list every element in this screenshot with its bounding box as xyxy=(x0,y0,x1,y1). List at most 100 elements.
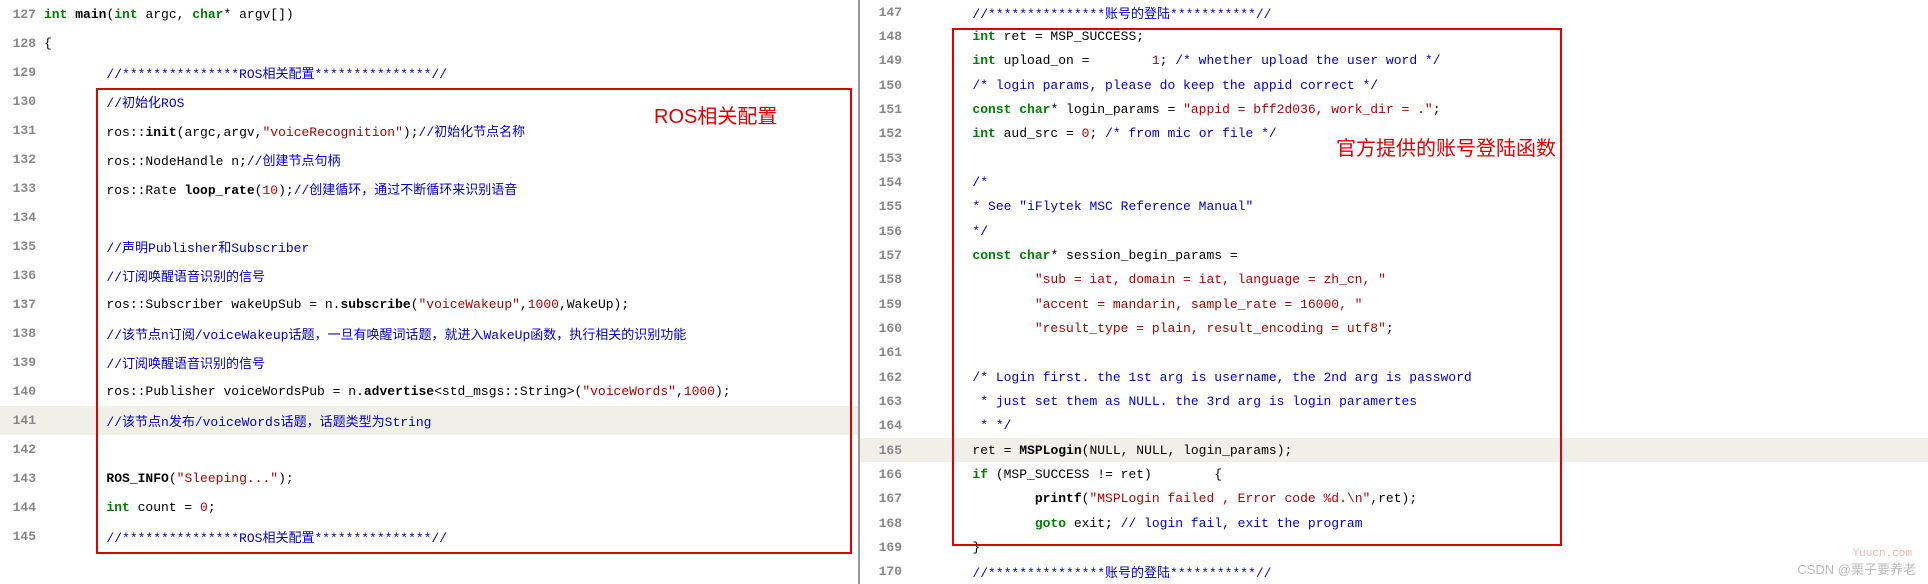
code-content[interactable] xyxy=(44,442,858,457)
code-line[interactable]: 137 ros::Subscriber wakeUpSub = n.subscr… xyxy=(0,290,858,319)
code-content[interactable]: int aud_src = 0; /* from mic or file */ xyxy=(910,126,1928,141)
code-content[interactable]: ros::init(argc,argv,"voiceRecognition");… xyxy=(44,121,858,140)
code-line[interactable]: 158 "sub = iat, domain = iat, language =… xyxy=(860,268,1928,292)
code-content[interactable]: ros::NodeHandle n;//创建节点句柄 xyxy=(44,150,858,169)
code-content[interactable]: /* xyxy=(910,175,1928,190)
code-content[interactable]: * just set them as NULL. the 3rd arg is … xyxy=(910,394,1928,409)
code-line[interactable]: 153 xyxy=(860,146,1928,170)
code-content[interactable]: const char* session_begin_params = xyxy=(910,248,1928,263)
code-content[interactable]: //订阅唤醒语音识别的信号 xyxy=(44,266,858,285)
line-number: 135 xyxy=(0,239,44,254)
code-content[interactable]: ros::Publisher voiceWordsPub = n.adverti… xyxy=(44,384,858,399)
code-line[interactable]: 135 //声明Publisher和Subscriber xyxy=(0,232,858,261)
line-number: 164 xyxy=(860,418,910,433)
line-number: 156 xyxy=(860,224,910,239)
code-line[interactable]: 168 goto exit; // login fail, exit the p… xyxy=(860,511,1928,535)
code-line[interactable]: 136 //订阅唤醒语音识别的信号 xyxy=(0,261,858,290)
code-line[interactable]: 167 printf("MSPLogin failed , Error code… xyxy=(860,487,1928,511)
code-line[interactable]: 163 * just set them as NULL. the 3rd arg… xyxy=(860,389,1928,413)
code-content[interactable]: "accent = mandarin, sample_rate = 16000,… xyxy=(910,297,1928,312)
code-content[interactable] xyxy=(44,210,858,225)
code-line[interactable]: 147 //***************账号的登陆***********// xyxy=(860,0,1928,24)
line-number: 131 xyxy=(0,123,44,138)
code-line[interactable]: 138 //该节点n订阅/voiceWakeup话题，一旦有唤醒词话题，就进入W… xyxy=(0,319,858,348)
code-line[interactable]: 159 "accent = mandarin, sample_rate = 16… xyxy=(860,292,1928,316)
code-line[interactable]: 144 int count = 0; xyxy=(0,493,858,522)
code-line[interactable]: 162 /* Login first. the 1st arg is usern… xyxy=(860,365,1928,389)
editor-right-pane[interactable]: 147 //***************账号的登陆***********//1… xyxy=(860,0,1928,584)
line-number: 167 xyxy=(860,491,910,506)
code-line[interactable]: 151 const char* login_params = "appid = … xyxy=(860,97,1928,121)
line-number: 130 xyxy=(0,94,44,109)
code-content[interactable]: //该节点n发布/voiceWords话题，话题类型为String xyxy=(44,411,858,430)
code-line[interactable]: 160 "result_type = plain, result_encodin… xyxy=(860,316,1928,340)
code-content[interactable]: ret = MSPLogin(NULL, NULL, login_params)… xyxy=(910,443,1928,458)
code-line[interactable]: 166 if (MSP_SUCCESS != ret) { xyxy=(860,462,1928,486)
code-content[interactable]: //***************ROS相关配置***************/… xyxy=(44,527,858,546)
line-number: 159 xyxy=(860,297,910,312)
code-content[interactable]: //初始化ROS xyxy=(44,92,858,111)
code-content[interactable]: * See "iFlytek MSC Reference Manual" xyxy=(910,199,1928,214)
line-number: 151 xyxy=(860,102,910,117)
code-line[interactable]: 142 xyxy=(0,435,858,464)
code-line[interactable]: 155 * See "iFlytek MSC Reference Manual" xyxy=(860,195,1928,219)
code-line[interactable]: 129 //***************ROS相关配置************… xyxy=(0,58,858,87)
code-line[interactable]: 165 ret = MSPLogin(NULL, NULL, login_par… xyxy=(860,438,1928,462)
code-content[interactable]: //***************ROS相关配置***************/… xyxy=(44,63,858,82)
code-content[interactable]: */ xyxy=(910,224,1928,239)
code-content[interactable]: } xyxy=(910,540,1928,555)
code-content[interactable]: //订阅唤醒语音识别的信号 xyxy=(44,353,858,372)
code-content[interactable]: int main(int argc, char* argv[]) xyxy=(44,7,858,22)
code-line[interactable]: 134 xyxy=(0,203,858,232)
code-line[interactable]: 133 ros::Rate loop_rate(10);//创建循环，通过不断循… xyxy=(0,174,858,203)
code-content[interactable]: "sub = iat, domain = iat, language = zh_… xyxy=(910,272,1928,287)
code-line[interactable]: 154 /* xyxy=(860,170,1928,194)
code-line[interactable]: 128{ xyxy=(0,29,858,58)
code-content[interactable]: * */ xyxy=(910,418,1928,433)
code-content[interactable] xyxy=(910,345,1928,360)
code-line[interactable]: 164 * */ xyxy=(860,414,1928,438)
code-line[interactable]: 170 //***************账号的登陆***********// xyxy=(860,560,1928,584)
editor-left-pane[interactable]: 127int main(int argc, char* argv[])128{1… xyxy=(0,0,860,584)
code-content[interactable]: ros::Subscriber wakeUpSub = n.subscribe(… xyxy=(44,297,858,312)
code-content[interactable]: int upload_on = 1; /* whether upload the… xyxy=(910,53,1928,68)
code-line[interactable]: 148 int ret = MSP_SUCCESS; xyxy=(860,24,1928,48)
code-line[interactable]: 140 ros::Publisher voiceWordsPub = n.adv… xyxy=(0,377,858,406)
code-content[interactable]: ROS_INFO("Sleeping..."); xyxy=(44,471,858,486)
code-line[interactable]: 131 ros::init(argc,argv,"voiceRecognitio… xyxy=(0,116,858,145)
code-content[interactable]: { xyxy=(44,36,858,51)
code-content[interactable]: //声明Publisher和Subscriber xyxy=(44,237,858,256)
code-line[interactable]: 156 */ xyxy=(860,219,1928,243)
code-line[interactable]: 157 const char* session_begin_params = xyxy=(860,243,1928,267)
line-number: 133 xyxy=(0,181,44,196)
code-line[interactable]: 149 int upload_on = 1; /* whether upload… xyxy=(860,49,1928,73)
code-line[interactable]: 127int main(int argc, char* argv[]) xyxy=(0,0,858,29)
code-content[interactable]: if (MSP_SUCCESS != ret) { xyxy=(910,467,1928,482)
code-line[interactable]: 161 xyxy=(860,341,1928,365)
code-line[interactable]: 143 ROS_INFO("Sleeping..."); xyxy=(0,464,858,493)
code-line[interactable]: 169 } xyxy=(860,535,1928,559)
code-content[interactable]: /* Login first. the 1st arg is username,… xyxy=(910,370,1928,385)
code-content[interactable]: "result_type = plain, result_encoding = … xyxy=(910,321,1928,336)
code-content[interactable]: goto exit; // login fail, exit the progr… xyxy=(910,516,1928,531)
code-line[interactable]: 130 //初始化ROS xyxy=(0,87,858,116)
code-content[interactable]: /* login params, please do keep the appi… xyxy=(910,78,1928,93)
line-number: 128 xyxy=(0,36,44,51)
code-line[interactable]: 150 /* login params, please do keep the … xyxy=(860,73,1928,97)
code-content[interactable]: printf("MSPLogin failed , Error code %d.… xyxy=(910,491,1928,506)
line-number: 149 xyxy=(860,53,910,68)
code-line[interactable]: 139 //订阅唤醒语音识别的信号 xyxy=(0,348,858,377)
code-line[interactable]: 141 //该节点n发布/voiceWords话题，话题类型为String xyxy=(0,406,858,435)
code-content[interactable]: ros::Rate loop_rate(10);//创建循环，通过不断循环来识别… xyxy=(44,179,858,198)
code-content[interactable]: int ret = MSP_SUCCESS; xyxy=(910,29,1928,44)
code-line[interactable]: 132 ros::NodeHandle n;//创建节点句柄 xyxy=(0,145,858,174)
code-content[interactable]: //该节点n订阅/voiceWakeup话题，一旦有唤醒词话题，就进入WakeU… xyxy=(44,324,858,343)
code-line[interactable]: 152 int aud_src = 0; /* from mic or file… xyxy=(860,122,1928,146)
line-number: 137 xyxy=(0,297,44,312)
code-content[interactable] xyxy=(910,151,1928,166)
code-content[interactable]: //***************账号的登陆***********// xyxy=(910,562,1928,581)
code-content[interactable]: int count = 0; xyxy=(44,500,858,515)
code-line[interactable]: 145 //***************ROS相关配置************… xyxy=(0,522,858,551)
code-content[interactable]: //***************账号的登陆***********// xyxy=(910,3,1928,22)
code-content[interactable]: const char* login_params = "appid = bff2… xyxy=(910,102,1928,117)
